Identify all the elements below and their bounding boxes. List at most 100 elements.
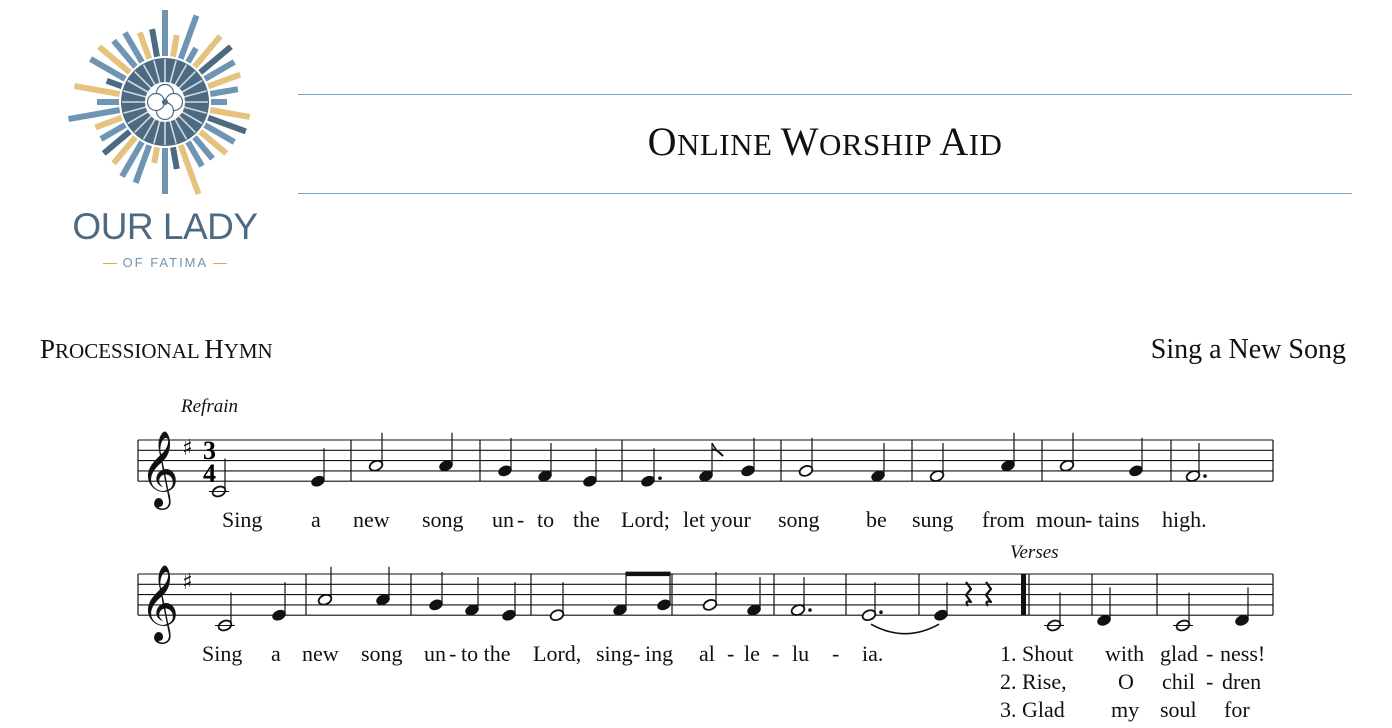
verse-2-syllable: - bbox=[1206, 669, 1213, 694]
eighth-flag bbox=[711, 442, 724, 457]
lyric-syllable: a bbox=[311, 507, 321, 532]
verse-3-syllable: 3. Glad bbox=[1000, 697, 1065, 722]
lyric-syllable: Sing bbox=[222, 507, 262, 532]
sharp-icon: ♯ bbox=[182, 436, 193, 461]
refrain-marking: Refrain bbox=[180, 396, 238, 417]
lyric-syllable: new bbox=[353, 507, 390, 532]
lyric-syllable: - bbox=[1085, 507, 1092, 532]
lyric-syllable: be bbox=[866, 507, 887, 532]
quarter-rest-icon bbox=[984, 581, 993, 607]
sunburst-ray bbox=[209, 107, 251, 120]
top-rule bbox=[298, 94, 1352, 95]
logo-line2: OF FATIMA bbox=[122, 255, 208, 270]
title-part: W bbox=[780, 119, 819, 164]
lyric-syllable: song bbox=[361, 641, 403, 666]
lyric-syllable: to the bbox=[461, 641, 511, 666]
verse-3-syllable: soul bbox=[1160, 697, 1197, 722]
sunburst-ray bbox=[185, 46, 199, 64]
flower-petal bbox=[146, 92, 166, 112]
verse-1-syllable: 1. Shout bbox=[1000, 641, 1073, 666]
double-barline-thick bbox=[1021, 574, 1026, 616]
lyric-syllable: ing bbox=[645, 641, 673, 666]
lyric-syllable: to bbox=[537, 507, 554, 532]
treble-clef-icon: 𝄞 bbox=[140, 564, 179, 644]
treble-clef-icon: 𝄞 bbox=[140, 430, 179, 510]
verse-lyrics: 1. Shout with glad - ness! 2. Rise, O ch… bbox=[1000, 641, 1265, 722]
verse-2-syllable: chil bbox=[1162, 669, 1195, 694]
logo-line1: OUR LADY bbox=[72, 206, 258, 247]
hymn-title: Sing a New Song bbox=[1150, 334, 1346, 365]
sunburst-ray bbox=[67, 107, 121, 122]
lyric-syllable: al bbox=[699, 641, 715, 666]
tie-arc bbox=[870, 623, 940, 635]
sunburst-icon bbox=[67, 4, 251, 196]
lyric-syllable: Lord, bbox=[533, 641, 581, 666]
sunburst-ray bbox=[151, 146, 160, 164]
sunburst-ray bbox=[73, 83, 121, 97]
title-part: A bbox=[939, 119, 969, 164]
verse-1-syllable: ness! bbox=[1220, 641, 1265, 666]
lyric-syllable: - bbox=[727, 641, 734, 666]
lyric-syllable: un bbox=[492, 507, 514, 532]
verse-2-syllable: O bbox=[1118, 669, 1134, 694]
label-part: ROCESSIONAL bbox=[55, 339, 205, 363]
lyric-syllable: - bbox=[633, 641, 640, 666]
title-part: ID bbox=[968, 127, 1003, 162]
time-signature-bottom: 4 bbox=[203, 459, 216, 488]
augmentation-dot bbox=[658, 476, 662, 480]
lyric-syllable: the bbox=[573, 507, 600, 532]
logo-subline: OF FATIMA bbox=[60, 255, 270, 270]
flower-center bbox=[162, 99, 168, 105]
quarter-rest-icon bbox=[964, 581, 973, 607]
verses-marking: Verses bbox=[1010, 542, 1059, 563]
sunburst-ray bbox=[209, 86, 239, 97]
lyric-syllable: new bbox=[302, 641, 339, 666]
verse-2-syllable: 2. Rise, bbox=[1000, 669, 1067, 694]
verse-1-syllable: glad bbox=[1160, 641, 1198, 666]
lyric-syllable: high. bbox=[1162, 507, 1207, 532]
lyric-syllable: ia. bbox=[862, 641, 883, 666]
verse-3-syllable: my bbox=[1111, 697, 1139, 722]
bottom-rule bbox=[298, 193, 1352, 194]
section-label: PROCESSIONAL HYMN bbox=[40, 334, 273, 365]
lyric-syllable: un bbox=[424, 641, 446, 666]
title-part: NLINE bbox=[676, 127, 781, 162]
lyrics-line-1: Sing a new song un - to the Lord; let yo… bbox=[222, 507, 1207, 532]
verse-1-syllable: with bbox=[1105, 641, 1144, 666]
augmentation-dot bbox=[879, 610, 883, 614]
lyric-syllable: - bbox=[772, 641, 779, 666]
lyric-syllable: moun bbox=[1036, 507, 1086, 532]
lyric-syllable: song bbox=[778, 507, 820, 532]
title-part: O bbox=[647, 119, 677, 164]
sunburst-ray bbox=[170, 146, 180, 170]
staff-system-2: 𝄞 ♯ bbox=[137, 564, 1274, 644]
sharp-icon: ♯ bbox=[182, 570, 193, 595]
lyric-syllable: a bbox=[271, 641, 281, 666]
verse-1-syllable: - bbox=[1206, 641, 1213, 666]
label-part: H bbox=[204, 334, 224, 364]
label-part: YMN bbox=[223, 339, 273, 363]
lyric-syllable: from bbox=[982, 507, 1025, 532]
lyric-syllable: tains bbox=[1098, 507, 1140, 532]
sunburst-ray bbox=[149, 28, 160, 58]
verse-3-syllable: for bbox=[1224, 697, 1250, 722]
sunburst-ray bbox=[170, 34, 180, 58]
staff-system-1: 𝄞 ♯ bbox=[137, 430, 1274, 510]
parish-logo: OUR LADY OF FATIMA bbox=[60, 4, 270, 280]
title-part: ORSHIP bbox=[818, 127, 940, 162]
lyric-syllable: - bbox=[832, 641, 839, 666]
label-part: P bbox=[40, 334, 56, 364]
lyric-syllable: let your bbox=[683, 507, 751, 532]
verse-2-syllable: dren bbox=[1222, 669, 1261, 694]
lyrics-line-2: Sing a new song un - to the Lord, sing -… bbox=[202, 641, 883, 666]
lyric-syllable: sung bbox=[912, 507, 954, 532]
augmentation-dot bbox=[808, 608, 812, 612]
lyric-syllable: - bbox=[517, 507, 524, 532]
lyric-syllable: - bbox=[449, 641, 456, 666]
lyric-syllable: sing bbox=[596, 641, 633, 666]
sunburst-ray bbox=[105, 77, 123, 90]
augmentation-dot bbox=[1203, 474, 1207, 478]
lyric-syllable: lu bbox=[792, 641, 809, 666]
lyric-syllable: song bbox=[422, 507, 464, 532]
lyric-syllable: Sing bbox=[202, 641, 242, 666]
